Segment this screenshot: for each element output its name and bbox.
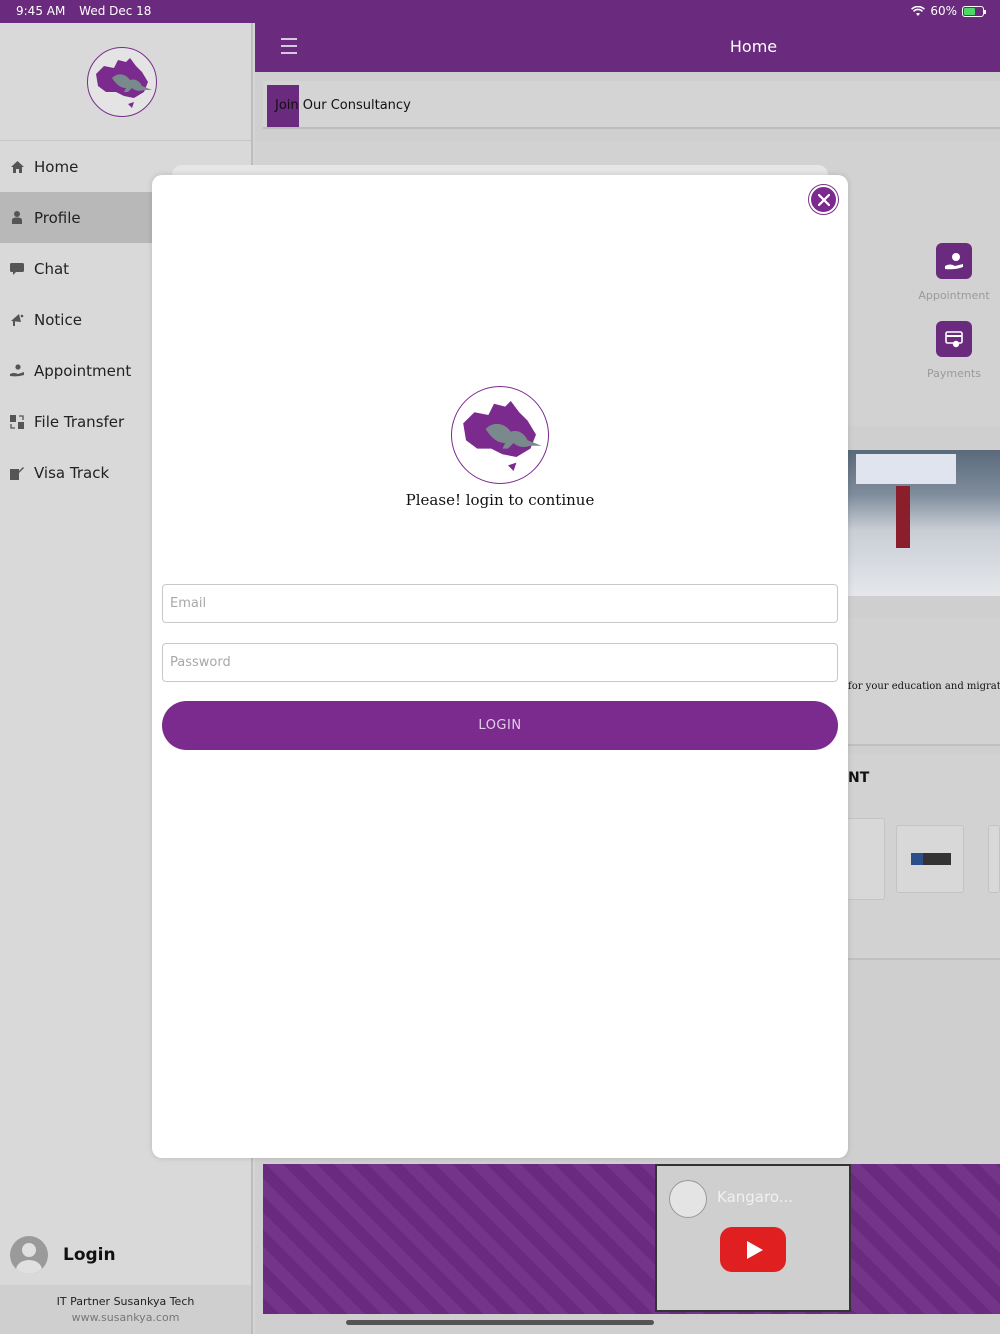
sidebar-item-label: File Transfer <box>34 412 125 431</box>
sidebar-login-label: Login <box>63 1245 116 1265</box>
appointment-button[interactable] <box>936 243 972 279</box>
video-title: Kangaro... <box>717 1188 794 1206</box>
avatar <box>10 1236 48 1274</box>
it-partner-text: IT Partner Susankya Tech <box>56 1295 195 1308</box>
website-link[interactable]: www.susankya.com <box>0 1311 251 1324</box>
payments-button[interactable] <box>936 321 972 357</box>
sidebar-item-label: Notice <box>34 310 82 329</box>
page-title: Home <box>729 37 778 56</box>
hand-user-icon <box>10 364 24 378</box>
file-transfer-icon <box>10 414 24 429</box>
sidebar-header <box>0 23 251 141</box>
close-icon <box>817 193 830 206</box>
home-indicator <box>346 1320 654 1325</box>
home-icon <box>10 160 24 174</box>
payments-icon <box>945 331 963 348</box>
login-button[interactable]: LOGIN <box>162 701 838 750</box>
video-player[interactable]: Kangaro... <box>655 1164 851 1312</box>
battery-icon <box>962 5 986 17</box>
login-modal: Please! login to continue LOGIN <box>152 175 848 1158</box>
play-icon[interactable] <box>720 1227 786 1272</box>
password-field[interactable] <box>162 643 838 682</box>
email-field[interactable] <box>162 584 838 623</box>
megaphone-icon <box>10 313 24 327</box>
payments-label: Payments <box>927 367 981 380</box>
close-button[interactable] <box>809 185 838 214</box>
appointment-label: Appointment <box>918 289 990 302</box>
partner-logo-eit[interactable] <box>896 825 964 893</box>
about-text: for your education and migratio <box>848 681 1000 692</box>
join-consultancy-text: Join Our Consultancy <box>275 98 411 113</box>
chat-icon <box>10 262 24 276</box>
wifi-icon <box>911 5 926 16</box>
partner-section-title: NT <box>848 770 870 786</box>
status-bar: 9:45 AM Wed Dec 18 60% <box>0 0 1000 23</box>
sidebar-item-label: Chat <box>34 259 70 278</box>
status-time: 9:45 AM <box>16 4 66 18</box>
channel-avatar <box>669 1180 707 1218</box>
sidebar-item-label: Visa Track <box>34 463 110 482</box>
visa-track-icon <box>10 466 24 480</box>
app-header: Home <box>255 23 1000 72</box>
partner-logo[interactable] <box>988 825 1000 893</box>
sidebar-item-label: Home <box>34 157 79 176</box>
join-consultancy-bar[interactable]: Join Our Consultancy <box>263 81 1000 129</box>
kangaroo-logo <box>451 386 549 484</box>
sidebar-footer: IT Partner Susankya Tech www.susankya.co… <box>0 1285 251 1334</box>
video-banner <box>263 1164 1000 1314</box>
sidebar-item-label: Appointment <box>34 361 132 380</box>
battery-percent: 60% <box>930 4 957 18</box>
login-heading: Please! login to continue <box>405 491 595 509</box>
appointment-icon <box>945 253 963 270</box>
user-icon <box>10 211 24 225</box>
kangaroo-logo <box>87 47 157 117</box>
sidebar-login[interactable]: Login <box>10 1236 116 1274</box>
banner-image <box>848 450 1000 596</box>
status-date: Wed Dec 18 <box>79 4 152 18</box>
sidebar-item-label: Profile <box>34 208 81 227</box>
battery-fill <box>964 7 975 15</box>
